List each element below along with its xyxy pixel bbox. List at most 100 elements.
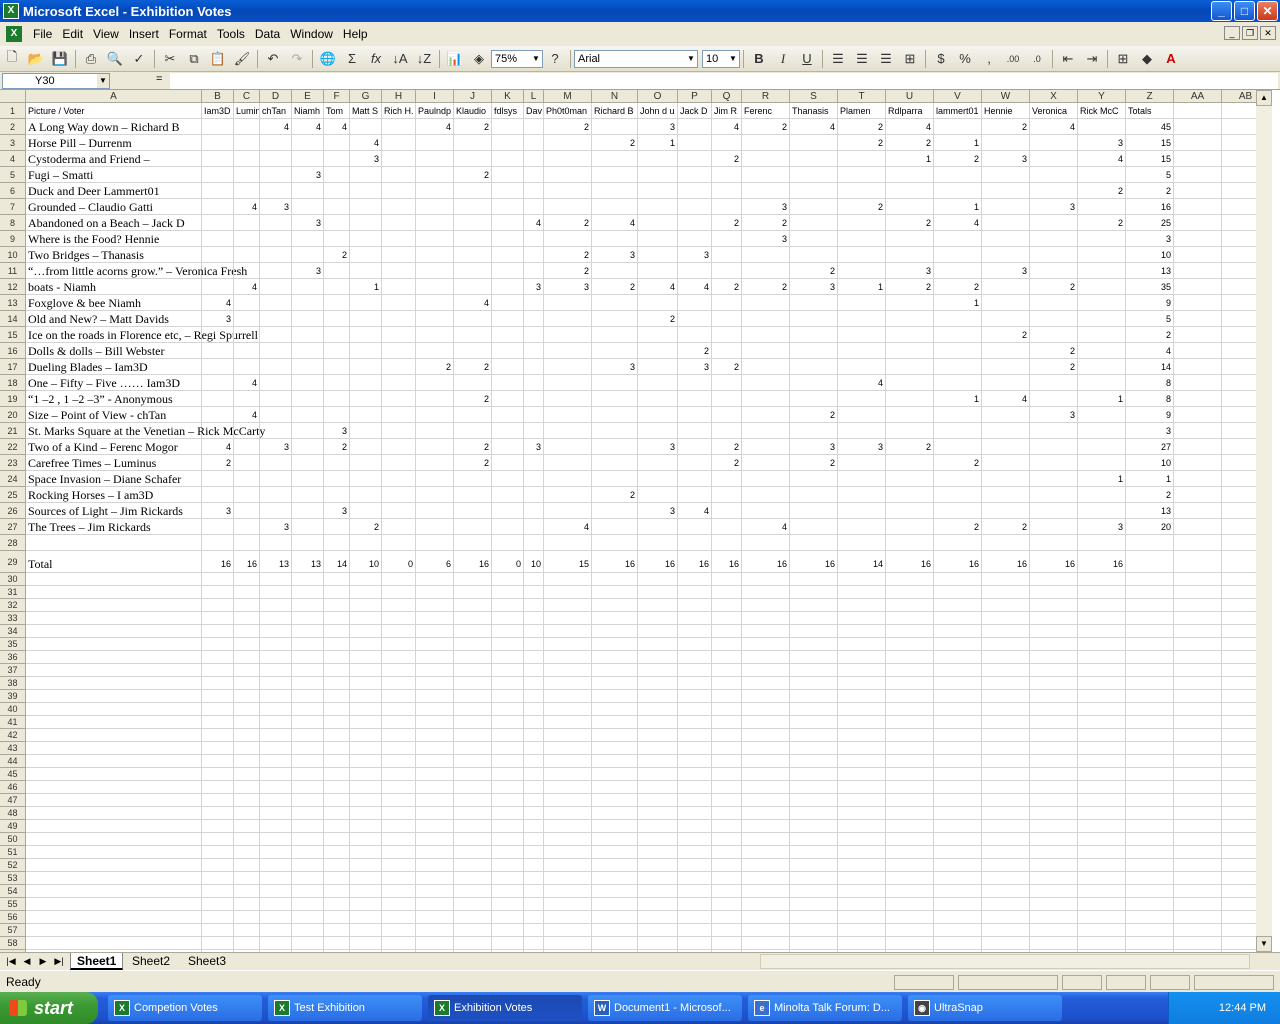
cell[interactable] <box>1174 664 1222 677</box>
cell[interactable] <box>592 690 638 703</box>
row-header[interactable]: 21 <box>0 423 26 439</box>
cell[interactable] <box>1222 664 1256 677</box>
cell[interactable] <box>544 898 592 911</box>
cell[interactable] <box>790 375 838 391</box>
cell[interactable]: 3 <box>260 439 292 455</box>
cell[interactable] <box>678 135 712 151</box>
cell[interactable] <box>524 199 544 215</box>
hyperlink-icon[interactable]: 🌐 <box>317 49 339 69</box>
cell[interactable] <box>934 183 982 199</box>
cell[interactable] <box>790 729 838 742</box>
autosum-icon[interactable]: Σ <box>341 49 363 69</box>
cell[interactable] <box>592 911 638 924</box>
cell[interactable] <box>260 295 292 311</box>
cell[interactable] <box>260 755 292 768</box>
column-header[interactable]: S <box>790 90 838 103</box>
row-header[interactable]: 13 <box>0 295 26 311</box>
cell[interactable] <box>492 833 524 846</box>
cell[interactable] <box>26 755 202 768</box>
cell[interactable] <box>1174 612 1222 625</box>
cell[interactable] <box>382 487 416 503</box>
cell[interactable] <box>742 859 790 872</box>
cell[interactable] <box>982 183 1030 199</box>
cell[interactable]: 2 <box>544 247 592 263</box>
row-header[interactable]: 42 <box>0 729 26 742</box>
cell[interactable] <box>1030 455 1078 471</box>
cell[interactable] <box>638 833 678 846</box>
cell[interactable]: Jack D <box>678 103 712 119</box>
cell[interactable] <box>382 846 416 859</box>
cell[interactable]: 3 <box>324 503 350 519</box>
cell[interactable] <box>838 263 886 279</box>
cell[interactable] <box>350 781 382 794</box>
cell[interactable] <box>1078 247 1126 263</box>
cell[interactable] <box>592 263 638 279</box>
cell[interactable] <box>454 716 492 729</box>
cell[interactable]: 1 <box>934 391 982 407</box>
cell[interactable]: 2 <box>886 279 934 295</box>
cell[interactable] <box>260 167 292 183</box>
cell[interactable] <box>202 625 234 638</box>
cell[interactable]: Ferenc <box>742 103 790 119</box>
cell[interactable] <box>350 599 382 612</box>
cell[interactable] <box>382 716 416 729</box>
cell[interactable] <box>1030 167 1078 183</box>
cell[interactable] <box>544 924 592 937</box>
cell[interactable] <box>492 247 524 263</box>
cell[interactable] <box>292 135 324 151</box>
cell[interactable] <box>742 833 790 846</box>
cell[interactable] <box>234 612 260 625</box>
cell[interactable] <box>416 807 454 820</box>
cell[interactable] <box>1030 503 1078 519</box>
cell[interactable] <box>934 924 982 937</box>
cell[interactable] <box>934 247 982 263</box>
cell[interactable] <box>524 820 544 833</box>
cell[interactable] <box>324 807 350 820</box>
cell[interactable] <box>524 794 544 807</box>
undo-icon[interactable]: ↶ <box>262 49 284 69</box>
cell[interactable] <box>638 911 678 924</box>
cell[interactable] <box>982 535 1030 551</box>
cell[interactable] <box>1174 807 1222 820</box>
cell[interactable] <box>790 199 838 215</box>
cell[interactable] <box>382 535 416 551</box>
cell[interactable]: 2 <box>592 279 638 295</box>
cell[interactable] <box>742 807 790 820</box>
cell[interactable]: 8 <box>1126 375 1174 391</box>
cell[interactable] <box>1078 638 1126 651</box>
cell[interactable] <box>838 471 886 487</box>
cell[interactable] <box>382 742 416 755</box>
cell[interactable] <box>838 503 886 519</box>
cell[interactable] <box>260 455 292 471</box>
cell[interactable] <box>26 898 202 911</box>
cell[interactable] <box>838 885 886 898</box>
cell[interactable] <box>292 487 324 503</box>
cell[interactable] <box>1078 872 1126 885</box>
cell[interactable] <box>324 599 350 612</box>
cell[interactable] <box>678 439 712 455</box>
cell[interactable] <box>886 820 934 833</box>
cell[interactable] <box>638 781 678 794</box>
cell[interactable] <box>1126 612 1174 625</box>
cell[interactable] <box>324 820 350 833</box>
column-header[interactable]: AB <box>1222 90 1256 103</box>
cell[interactable] <box>712 716 742 729</box>
cell[interactable] <box>678 612 712 625</box>
cell[interactable] <box>1222 503 1256 519</box>
cell[interactable] <box>382 391 416 407</box>
cell[interactable] <box>592 729 638 742</box>
cell[interactable] <box>1030 471 1078 487</box>
cell[interactable] <box>1174 263 1222 279</box>
column-header[interactable]: W <box>982 90 1030 103</box>
cell[interactable] <box>934 625 982 638</box>
cell[interactable] <box>454 846 492 859</box>
cell[interactable] <box>26 859 202 872</box>
cell[interactable] <box>454 247 492 263</box>
cell[interactable] <box>982 407 1030 423</box>
cell[interactable] <box>26 911 202 924</box>
cell[interactable] <box>1030 535 1078 551</box>
cell[interactable] <box>292 343 324 359</box>
cell[interactable] <box>1174 519 1222 535</box>
cell[interactable] <box>234 911 260 924</box>
cell[interactable] <box>544 471 592 487</box>
